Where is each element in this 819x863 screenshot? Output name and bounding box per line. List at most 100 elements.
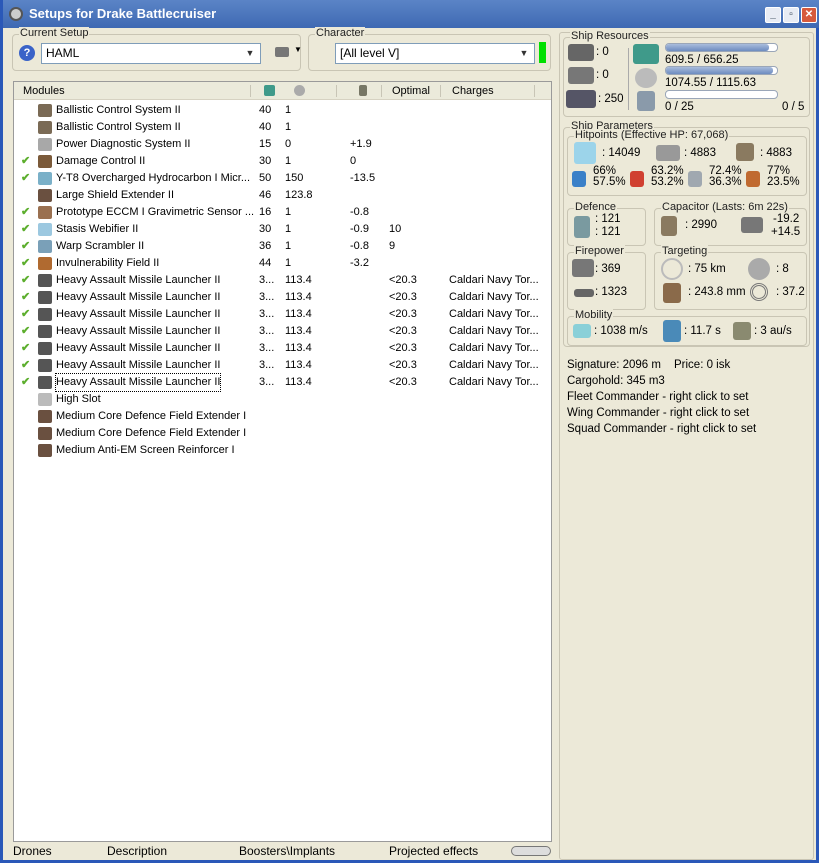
module-row[interactable]: ✔ Damage Control II 30 1 0 <box>14 153 551 170</box>
chevron-down-icon: ▼ <box>245 48 255 58</box>
setup-window: Setups for Drake Battlecruiser _ ▫ ✕ Cur… <box>0 0 819 863</box>
module-row[interactable]: ✔ Heavy Assault Missile Launcher II 3... 11… <box>14 340 551 357</box>
tab-description[interactable]: Description <box>107 844 167 858</box>
active-check-icon: ✔ <box>21 274 31 286</box>
ship-parameters-group: Ship Parameters Hitpoints (Effective HP:… <box>563 120 810 347</box>
module-row[interactable]: Medium Core Defence Field Extender I <box>14 408 551 425</box>
ship-tools-icon[interactable] <box>275 47 289 57</box>
module-cpu: 3... <box>259 291 275 303</box>
module-name: Heavy Assault Missile Launcher II <box>56 325 221 337</box>
module-row[interactable]: Medium Anti-EM Screen Reinforcer I <box>14 442 551 459</box>
powergrid-icon <box>635 68 657 88</box>
module-row[interactable]: High Slot <box>14 391 551 408</box>
fleet-commander[interactable]: Fleet Commander - right click to set <box>567 391 749 403</box>
module-row[interactable]: ✔ Heavy Assault Missile Launcher II 3... 11… <box>14 272 551 289</box>
header-modules[interactable]: Modules <box>23 85 65 97</box>
defence-label: Defence <box>574 201 617 213</box>
module-optimal: <20.3 <box>389 308 417 320</box>
module-row[interactable]: Ballistic Control System II 40 1 <box>14 119 551 136</box>
module-row[interactable]: ✔ Heavy Assault Missile Launcher II 3... 11… <box>14 373 551 392</box>
powergrid-value: 1074.55 / 1115.63 <box>665 77 757 89</box>
module-charges: Caldari Navy Tor... <box>449 308 539 320</box>
cpu-icon <box>633 44 659 64</box>
header-optimal[interactable]: Optimal <box>392 85 430 97</box>
module-optimal: <20.3 <box>389 342 417 354</box>
module-capacitor: -0.8 <box>350 240 369 252</box>
cpu-icon[interactable] <box>264 85 275 96</box>
tab-boosters-implants[interactable]: Boosters\Implants <box>239 844 335 858</box>
character-label: Character <box>315 27 366 39</box>
module-row[interactable]: ✔ Heavy Assault Missile Launcher II 3... 11… <box>14 306 551 323</box>
explosive-armor-resist: 23.5% <box>767 176 800 188</box>
character-value: [All level V] <box>340 46 400 60</box>
warp-speed: : 3 au/s <box>754 325 792 337</box>
module-icon <box>38 308 52 321</box>
module-name: Ballistic Control System II <box>56 104 181 116</box>
wing-commander[interactable]: Wing Commander - right click to set <box>567 407 749 419</box>
module-row[interactable]: Power Diagnostic System II 15 0 +1.9 <box>14 136 551 153</box>
armor-hp: : 4883 <box>684 147 716 159</box>
cpu-value: 609.5 / 656.25 <box>665 54 739 66</box>
module-row[interactable]: ✔ Heavy Assault Missile Launcher II 3... 11… <box>14 289 551 306</box>
module-icon <box>38 172 52 185</box>
module-powergrid: 1 <box>285 240 292 252</box>
shield-icon <box>574 142 596 164</box>
mobility-label: Mobility <box>574 309 614 321</box>
module-row[interactable]: ✔ Heavy Assault Missile Launcher II 3... 11… <box>14 357 551 374</box>
armor-icon <box>656 145 680 161</box>
turret-slots: : 0 <box>596 46 609 58</box>
module-powergrid: 113.4 <box>285 376 312 388</box>
maximize-button[interactable]: ▫ <box>783 7 799 23</box>
close-button[interactable]: ✕ <box>801 7 817 23</box>
module-optimal: <20.3 <box>389 325 417 337</box>
drone-bay-value: 0 / 25 <box>665 101 694 113</box>
module-row[interactable]: ✔ Heavy Assault Missile Launcher II 3... 11… <box>14 323 551 340</box>
tab-scroll-button[interactable] <box>511 846 551 856</box>
module-row[interactable]: Medium Core Defence Field Extender I <box>14 425 551 442</box>
module-name: Heavy Assault Missile Launcher II <box>56 308 221 320</box>
module-row[interactable]: ✔ Y-T8 Overcharged Hydrocarbon I Micr... 5… <box>14 170 551 187</box>
tab-projected-effects[interactable]: Projected effects <box>389 844 478 858</box>
module-icon <box>38 206 52 219</box>
tab-drones[interactable]: Drones <box>13 844 52 858</box>
module-name: Heavy Assault Missile Launcher II <box>56 342 221 354</box>
drone-bandwidth-value: 0 / 5 <box>782 101 805 113</box>
capacitor-recharge: +14.5 <box>771 226 801 238</box>
ship-stats-panel: Ship Resources : 0 : 0 : 250 609.5 / 656… <box>559 30 814 860</box>
character-select[interactable]: [All level V] ▼ <box>335 43 535 64</box>
help-icon[interactable]: ? <box>19 45 35 61</box>
module-row[interactable]: Large Shield Extender II 46 123.8 <box>14 187 551 204</box>
module-row[interactable]: ✔ Stasis Webifier II 30 1 -0.9 10 <box>14 221 551 238</box>
modules-list[interactable]: Modules Optimal Charges Ballistic Contro… <box>13 81 552 842</box>
module-icon <box>38 155 52 168</box>
kinetic-resist-icon <box>688 171 702 187</box>
minimize-button[interactable]: _ <box>765 7 781 23</box>
powergrid-icon[interactable] <box>294 85 305 96</box>
volley-icon <box>572 259 594 277</box>
header-charges[interactable]: Charges <box>452 85 494 97</box>
setup-select[interactable]: HAML ▼ <box>41 43 261 64</box>
targeting-range-icon <box>661 258 683 280</box>
module-powergrid: 113.4 <box>285 325 312 337</box>
squad-commander[interactable]: Squad Commander - right click to set <box>567 423 756 435</box>
module-row[interactable]: ✔ Invulnerability Field II 44 1 -3.2 <box>14 255 551 272</box>
drone-bar <box>665 90 778 99</box>
module-row[interactable]: ✔ Warp Scrambler II 36 1 -0.8 9 <box>14 238 551 255</box>
module-powergrid: 0 <box>285 138 292 150</box>
character-status-indicator <box>539 42 546 63</box>
capacitor-icon[interactable] <box>359 85 367 96</box>
firepower-group: Firepower : 369 : 1323 <box>567 245 646 310</box>
align-time: : 11.7 s <box>684 325 721 337</box>
module-powergrid: 113.4 <box>285 359 312 371</box>
module-powergrid: 113.4 <box>285 342 312 354</box>
module-row[interactable]: Ballistic Control System II 40 1 <box>14 102 551 119</box>
dropdown-arrow-icon[interactable]: ▼ <box>294 45 302 54</box>
module-name: Prototype ECCM I Gravimetric Sensor ... <box>56 206 255 218</box>
sensor-strength-icon <box>750 283 768 301</box>
module-cpu: 3... <box>259 359 275 371</box>
module-capacitor: -3.2 <box>350 257 369 269</box>
module-name: Invulnerability Field II <box>56 257 160 269</box>
module-row[interactable]: ✔ Prototype ECCM I Gravimetric Sensor ...… <box>14 204 551 221</box>
launcher-hardpoint-icon <box>568 67 594 84</box>
module-powergrid: 1 <box>285 206 292 218</box>
